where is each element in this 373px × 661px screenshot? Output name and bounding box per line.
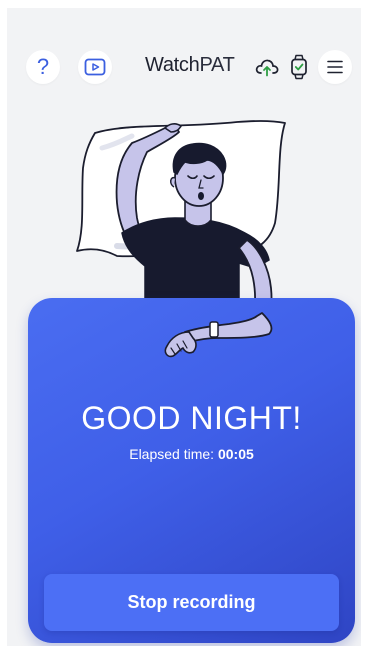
stop-recording-button[interactable]: Stop recording bbox=[44, 574, 339, 631]
hamburger-menu-icon bbox=[327, 60, 343, 74]
menu-button[interactable] bbox=[318, 50, 352, 84]
question-icon: ? bbox=[36, 54, 50, 79]
recording-card: GOOD NIGHT! Elapsed time: 00:05 Stop rec… bbox=[28, 298, 355, 643]
app-logo: WatchPAT bbox=[145, 54, 235, 77]
elapsed-value: 00:05 bbox=[217, 446, 254, 462]
watch-check-icon bbox=[291, 54, 307, 80]
top-bar: ? WatchPAT bbox=[7, 50, 361, 84]
phone-frame: ? WatchPAT GOOD NIGHT! Elapsed time: 00:… bbox=[0, 0, 373, 661]
elapsed-time: Elapsed time: 00:05 bbox=[28, 446, 355, 462]
video-button[interactable] bbox=[78, 50, 112, 84]
watch-status-button[interactable] bbox=[286, 54, 312, 80]
greeting-title: GOOD NIGHT! bbox=[81, 400, 302, 436]
logo-pat: PAT bbox=[199, 54, 235, 76]
elapsed-label: Elapsed time: bbox=[129, 446, 218, 462]
play-video-icon bbox=[84, 58, 106, 76]
cloud-upload-icon bbox=[255, 59, 279, 77]
help-button[interactable]: ? bbox=[26, 50, 60, 84]
logo-watch: Watch bbox=[145, 54, 200, 76]
upload-button[interactable] bbox=[254, 54, 280, 80]
app-screen: ? WatchPAT GOOD NIGHT! Elapsed time: 00:… bbox=[7, 8, 361, 646]
